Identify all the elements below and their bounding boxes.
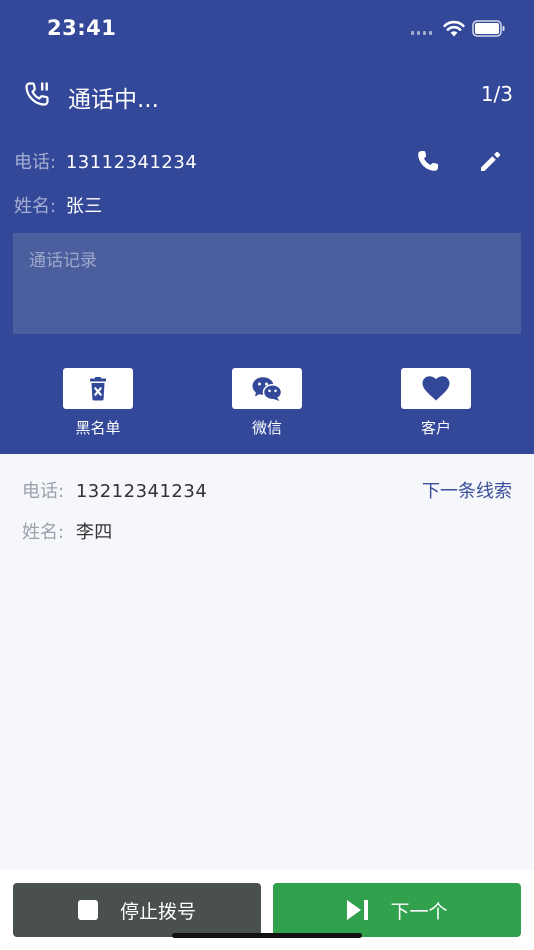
next-name-label: 姓名: [22, 522, 65, 543]
call-status-title: 通话中... [68, 87, 159, 113]
next-name-row: 姓名: 李四 [22, 518, 113, 544]
stop-square-icon [77, 900, 98, 920]
current-phone-number: 13112341234 [65, 152, 198, 173]
wechat-icon [252, 376, 282, 401]
blacklist-icon-box [63, 368, 133, 409]
wifi-icon [443, 20, 465, 37]
wechat-icon-box [232, 368, 302, 409]
delete-icon [90, 376, 106, 400]
call-panel: 23:41 通话中... 1/3 电话: 13112341234 姓名: 张三 … [0, 0, 534, 454]
current-contact-name: 张三 [65, 196, 103, 217]
edit-pencil-icon[interactable] [476, 146, 506, 176]
phone-label: 电话: [14, 152, 57, 173]
next-lead-link[interactable]: 下一条线索 [422, 477, 512, 503]
skip-next-icon [347, 900, 369, 920]
call-notes-input[interactable] [13, 233, 521, 334]
current-name-row: 姓名: 张三 [14, 192, 103, 220]
blacklist-label: 黑名单 [75, 419, 121, 437]
wechat-label: 微信 [251, 419, 282, 437]
customer-button[interactable]: 客户 [401, 368, 471, 438]
call-phone-icon[interactable] [413, 146, 443, 176]
next-phone-label: 电话: [22, 481, 65, 502]
next-phone-row: 电话: 13212341234 [22, 477, 207, 503]
blacklist-button[interactable]: 黑名单 [63, 368, 133, 438]
call-header: 通话中... 1/3 [0, 70, 534, 120]
name-label: 姓名: [14, 196, 57, 217]
status-bar: 23:41 [0, 0, 534, 58]
next-phone-number: 13212341234 [75, 481, 208, 502]
next-contact-name: 李四 [75, 522, 113, 543]
battery-icon [472, 20, 505, 37]
customer-icon-box [401, 368, 471, 409]
phone-in-call-icon [25, 82, 49, 106]
heart-icon [422, 376, 450, 401]
home-indicator [172, 933, 362, 938]
signal-icon [411, 31, 435, 37]
next-call-button[interactable]: 下一个 [273, 883, 521, 937]
customer-label: 客户 [420, 419, 451, 437]
stop-dialing-button[interactable]: 停止拨号 [13, 883, 261, 937]
current-phone-row: 电话: 13112341234 [14, 148, 197, 176]
status-time: 23:41 [47, 16, 117, 40]
next-call-label: 下一个 [390, 900, 448, 923]
wechat-button[interactable]: 微信 [232, 368, 302, 438]
call-progress-counter: 1/3 [480, 82, 513, 106]
stop-dialing-label: 停止拨号 [119, 900, 196, 923]
